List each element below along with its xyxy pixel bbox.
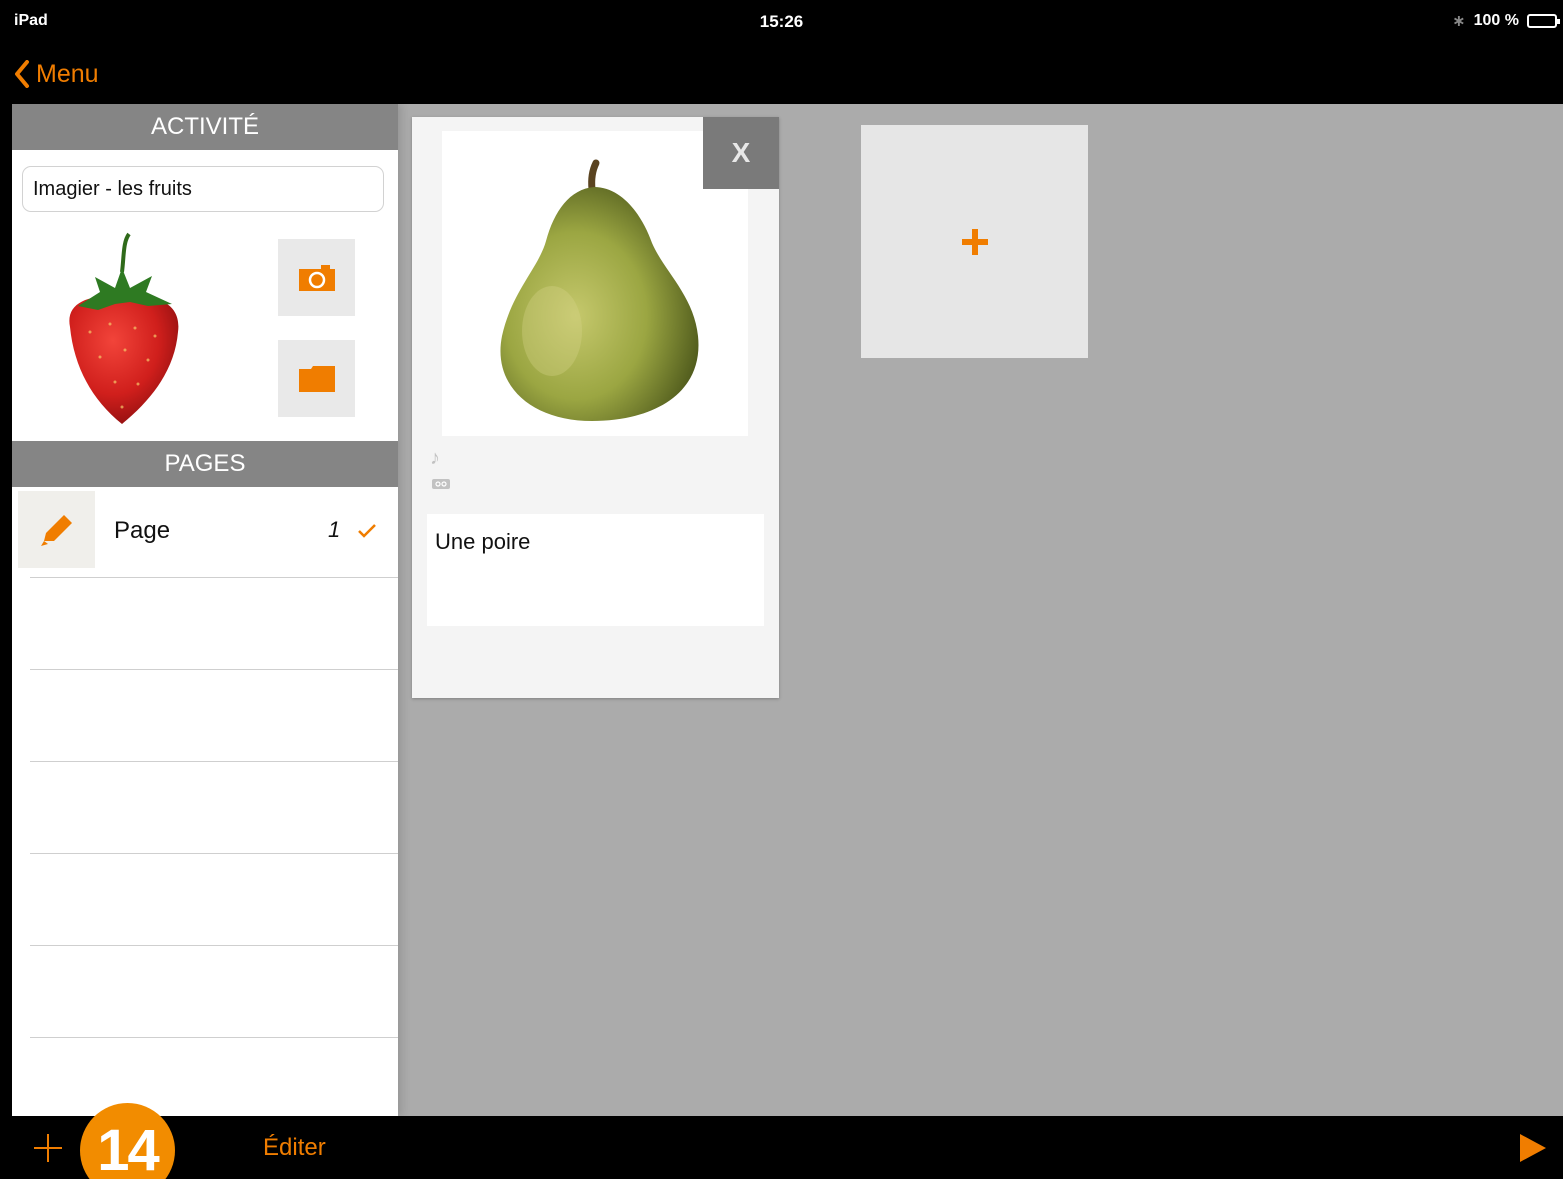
card-close-button[interactable]: X <box>703 117 779 189</box>
page-edit-button[interactable] <box>18 491 95 568</box>
play-icon[interactable] <box>1518 1132 1548 1164</box>
page-row[interactable]: Page 1 <box>18 491 398 569</box>
status-bar: iPad 15:26 ∗ 100 % <box>0 0 1563 44</box>
bluetooth-icon: ∗ <box>1452 13 1466 30</box>
row-divider <box>30 945 398 946</box>
back-label: Menu <box>36 59 99 88</box>
chevron-left-icon <box>15 60 29 88</box>
add-page-button[interactable] <box>30 1130 66 1166</box>
battery-percent: 100 % <box>1473 12 1519 29</box>
page-number: 1 <box>328 517 341 542</box>
strawberry-image <box>60 232 185 427</box>
picture-card[interactable]: X ♪ Une poire <box>412 117 779 698</box>
voicemail-icon[interactable] <box>432 479 450 489</box>
row-divider <box>30 853 398 854</box>
activity-header: ACTIVITÉ <box>12 104 398 150</box>
folder-icon <box>298 365 335 392</box>
battery-icon <box>1527 14 1560 28</box>
row-divider <box>30 669 398 670</box>
row-divider <box>30 577 398 578</box>
folder-button[interactable] <box>278 340 355 417</box>
camera-icon <box>298 264 335 291</box>
music-note-icon[interactable]: ♪ <box>430 447 440 470</box>
row-divider <box>30 761 398 762</box>
back-menu-button[interactable]: Menu <box>14 54 99 94</box>
page-canvas: X ♪ Une poire <box>398 104 1563 1116</box>
plus-icon <box>961 228 988 255</box>
page-label: Page <box>114 517 171 544</box>
status-right: ∗ 100 % <box>1452 11 1560 31</box>
pencil-icon <box>40 514 72 546</box>
checkmark-icon <box>358 524 376 538</box>
row-divider <box>30 1037 398 1038</box>
edit-button[interactable]: Éditer <box>263 1134 326 1162</box>
pages-header: PAGES <box>12 441 398 487</box>
navigation-bar: Menu <box>0 44 1563 104</box>
bottom-toolbar: Éditer <box>0 1116 1563 1179</box>
clock: 15:26 <box>759 12 804 31</box>
add-card-button[interactable] <box>861 125 1088 358</box>
activity-name-field[interactable] <box>22 166 384 212</box>
camera-button[interactable] <box>278 239 355 316</box>
card-text-field[interactable]: Une poire <box>427 514 764 626</box>
sidebar: ACTIVITÉ PAGES <box>12 104 398 1116</box>
